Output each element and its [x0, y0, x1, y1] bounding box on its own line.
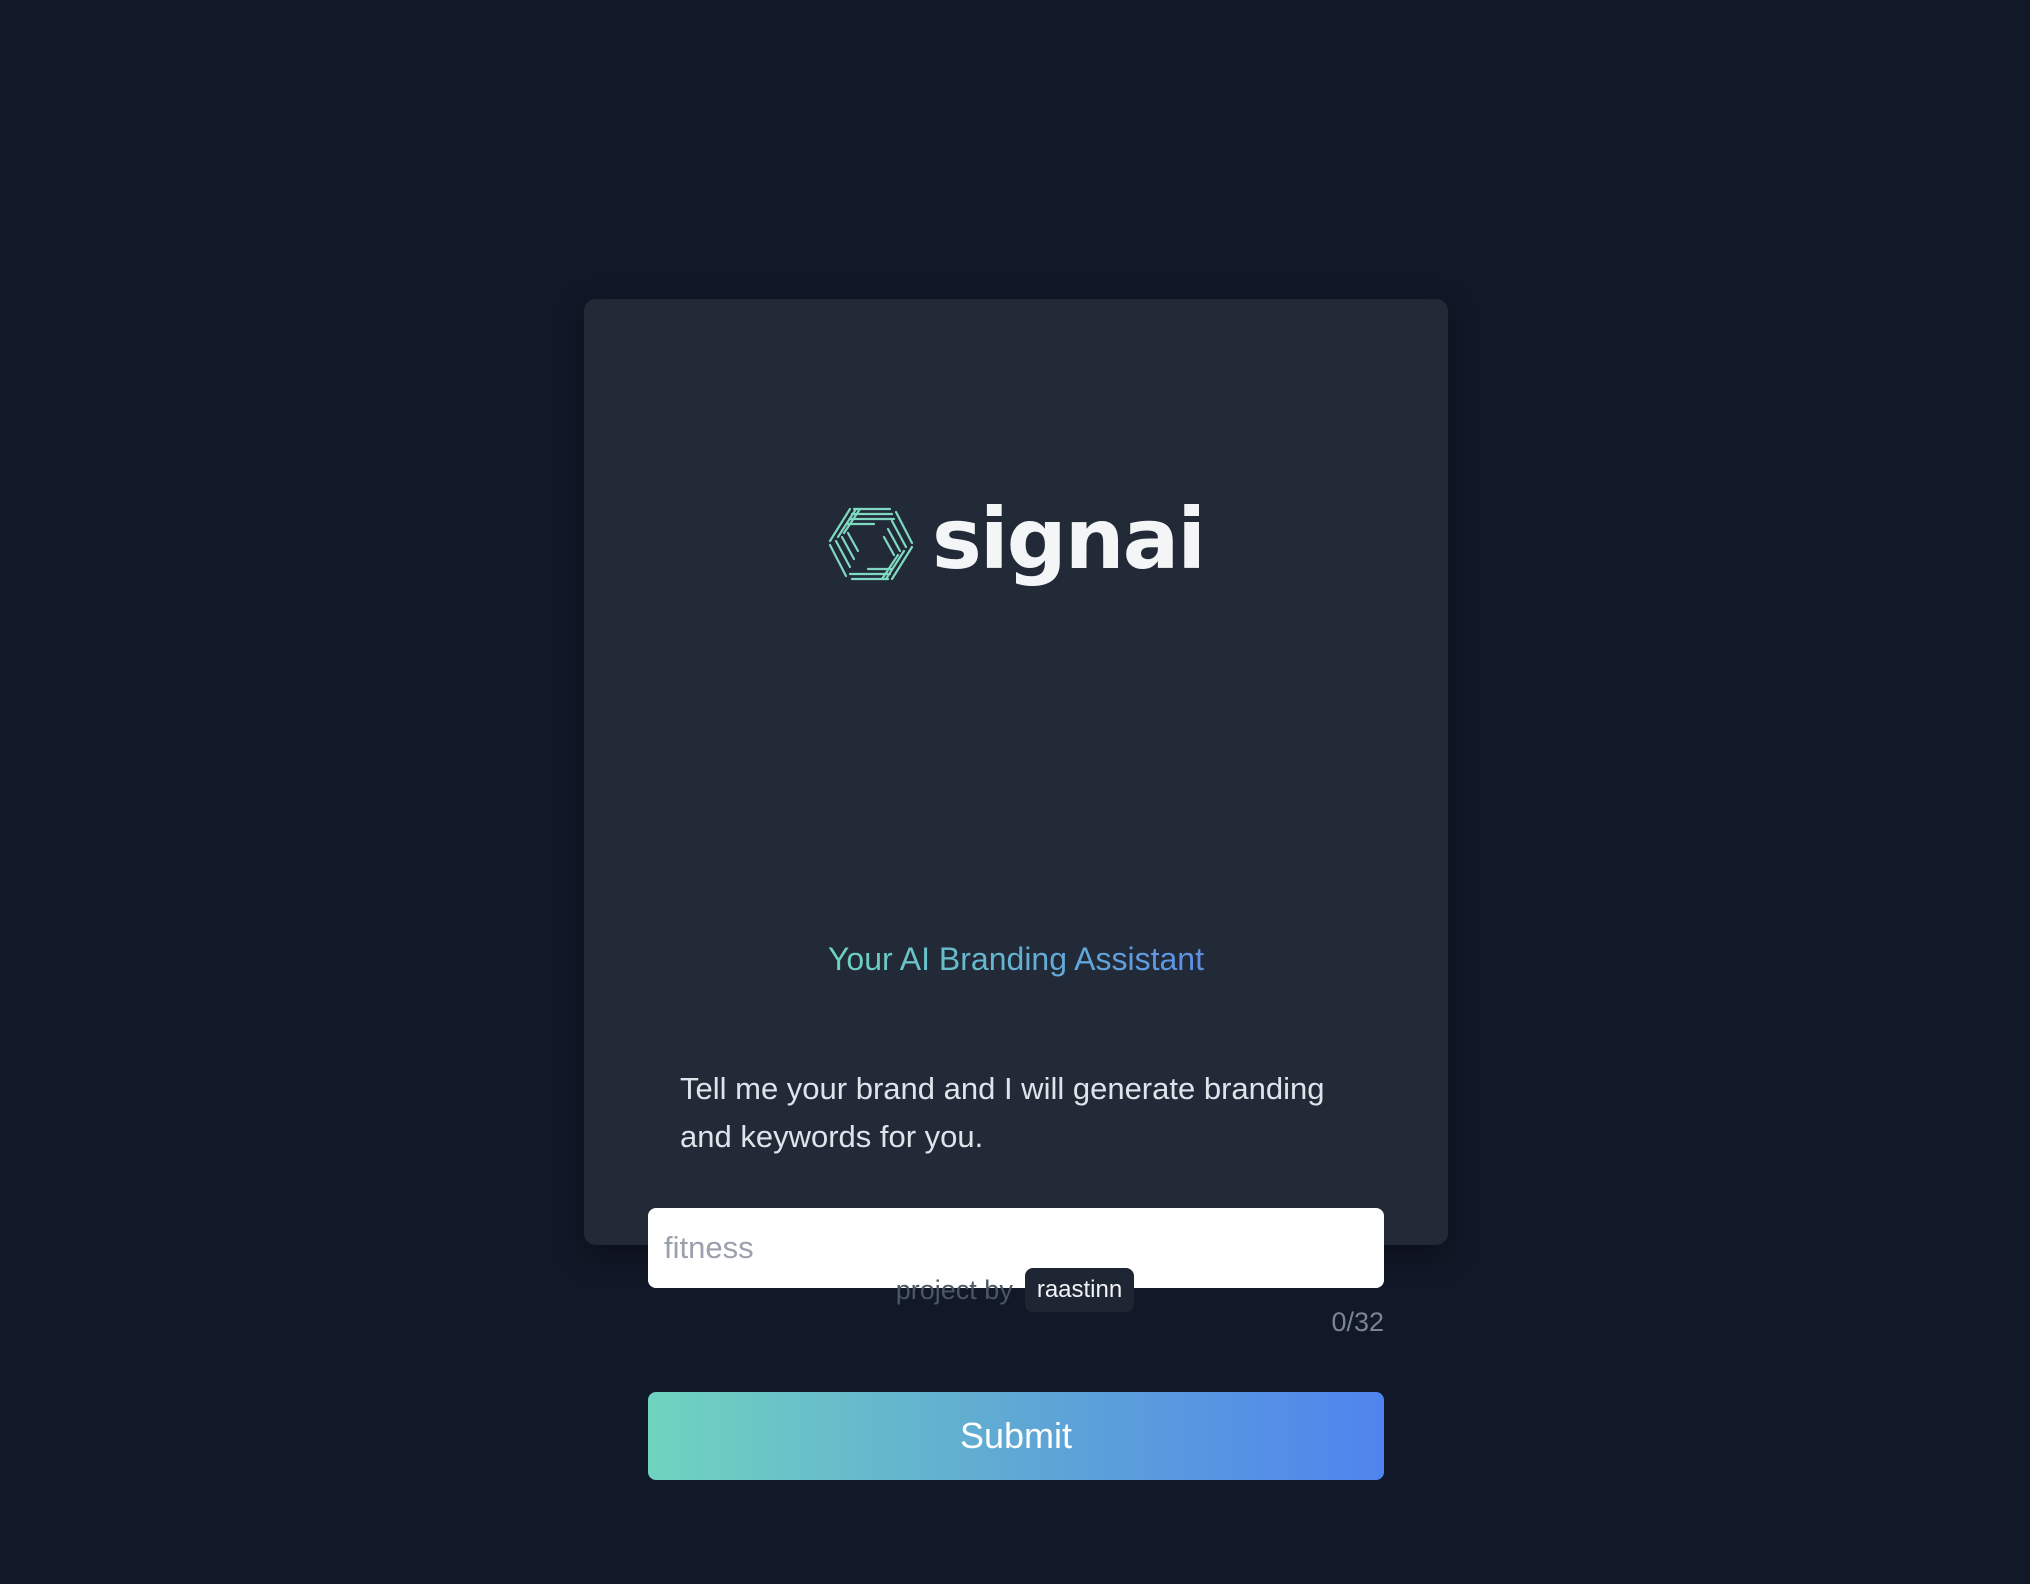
footer: project by raastinn — [0, 1268, 2030, 1312]
main-card: signai Your AI Branding Assistant Tell m… — [584, 299, 1448, 1480]
brand-tagline: Your AI Branding Assistant — [816, 939, 1216, 979]
brand-header: signai — [584, 497, 1448, 591]
submit-button[interactable]: Submit — [648, 1392, 1384, 1480]
author-link[interactable]: raastinn — [1024, 1268, 1135, 1312]
footer-credit-text: project by — [895, 1274, 1013, 1305]
form-description: Tell me your brand and I will generate b… — [680, 1071, 1325, 1154]
brand-wordmark: signai — [931, 490, 1206, 588]
hexagon-lines-logo-icon — [828, 507, 913, 581]
